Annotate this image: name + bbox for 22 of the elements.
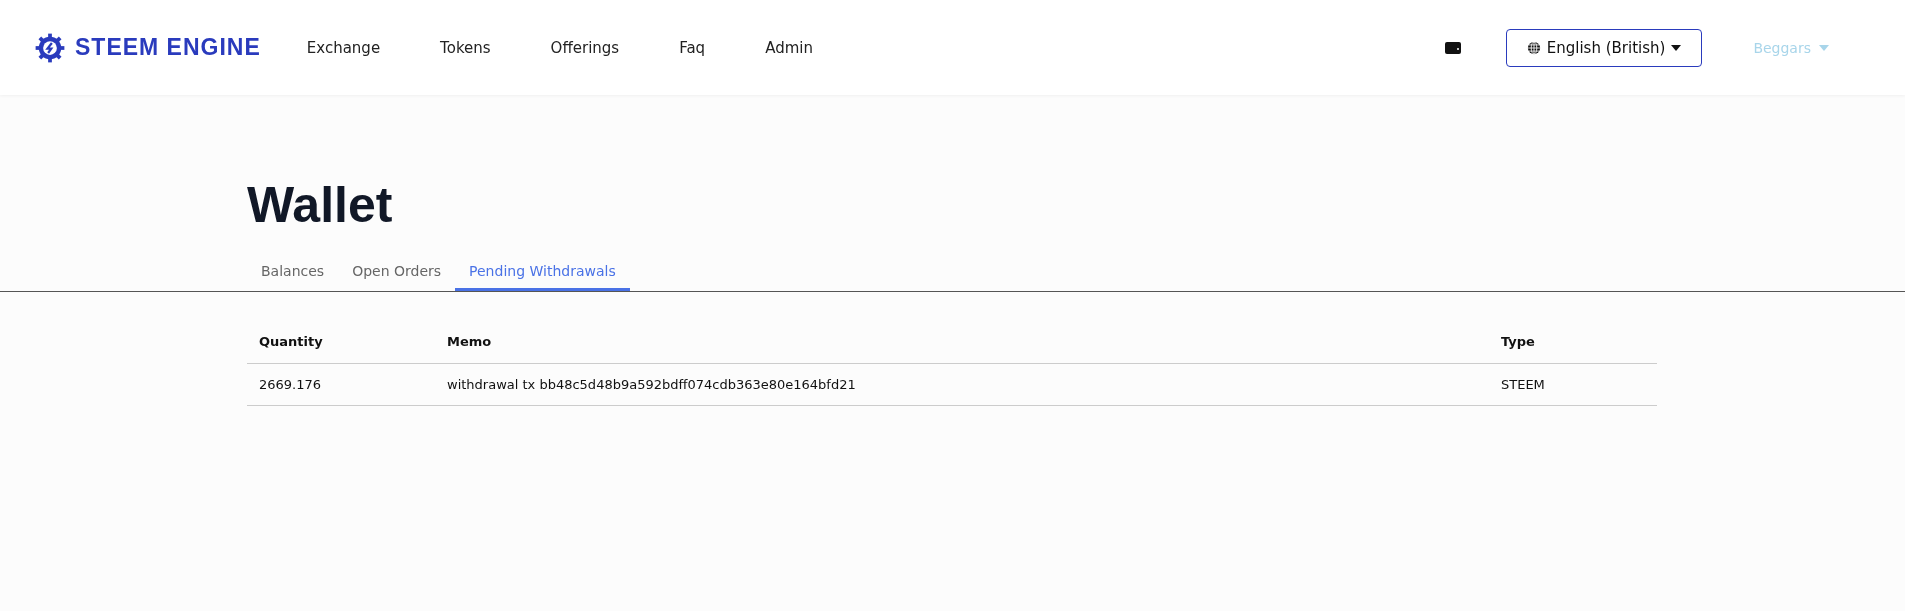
nav-link[interactable]: Offerings xyxy=(550,38,620,57)
nav-link[interactable]: Tokens xyxy=(440,38,491,57)
table-cell: withdrawal tx bb48c5d48b9a592bdff074cdb363e80e164bfd21 xyxy=(435,363,1489,406)
tab[interactable]: Open Orders xyxy=(338,255,456,291)
page-title: Wallet xyxy=(247,176,394,235)
globe-icon xyxy=(1526,40,1541,55)
gear-logo-icon[interactable] xyxy=(35,32,65,63)
tab[interactable]: Pending Withdrawals xyxy=(455,255,630,291)
nav-link[interactable]: Exchange xyxy=(306,38,381,57)
language-dropdown[interactable]: English (British) xyxy=(1505,28,1703,67)
nav-link[interactable]: Admin xyxy=(765,38,813,57)
tab[interactable]: Balances xyxy=(247,255,339,291)
table-cell: STEEM xyxy=(1489,363,1657,406)
column-header: Quantity xyxy=(247,320,435,364)
column-header: Type xyxy=(1489,320,1657,364)
nav-link[interactable]: Faq xyxy=(679,38,706,57)
caret-icon xyxy=(1671,44,1682,51)
brand-name[interactable]: STEEM ENGINE xyxy=(75,34,261,61)
caret-icon xyxy=(1819,44,1829,51)
table-cell: 2669.176 xyxy=(247,363,435,406)
column-header: Memo xyxy=(435,320,1489,364)
wallet-icon[interactable] xyxy=(1444,41,1461,54)
